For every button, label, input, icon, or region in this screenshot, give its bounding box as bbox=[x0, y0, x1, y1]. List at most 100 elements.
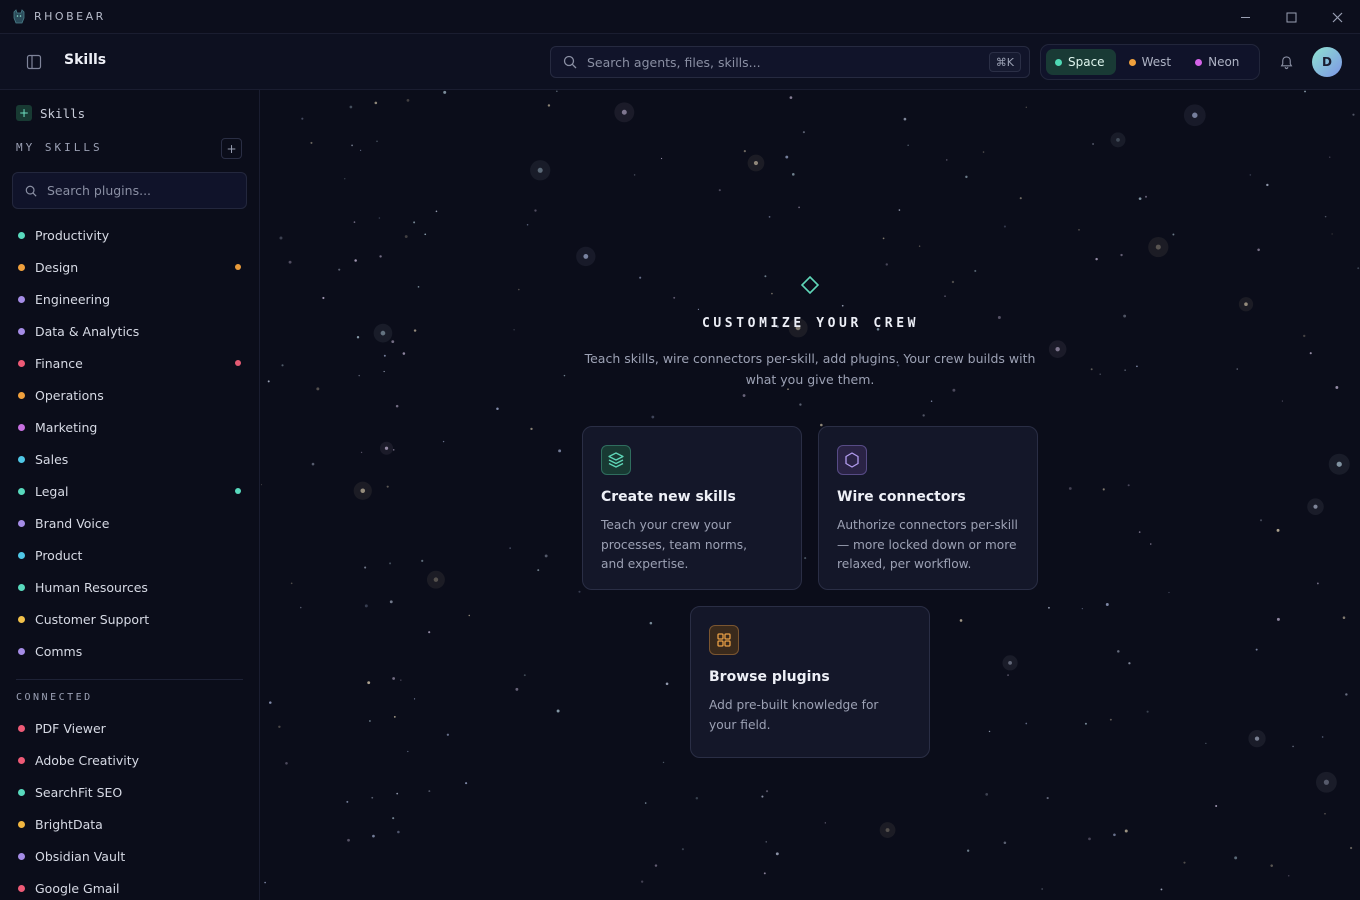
status-dot bbox=[18, 359, 25, 367]
maximize-icon bbox=[1286, 12, 1296, 22]
sidebar-item-label: Design bbox=[35, 259, 79, 275]
card-description: Authorize connectors per-skill — more lo… bbox=[837, 518, 1018, 571]
browse-plugins-card[interactable]: Browse plugins Add pre-built knowledge f… bbox=[690, 606, 930, 758]
sidebar-item-obsidian-vault[interactable]: Obsidian Vault bbox=[0, 840, 259, 872]
sidebar-divider bbox=[16, 679, 243, 680]
status-dot bbox=[18, 551, 25, 559]
status-dot bbox=[18, 647, 25, 655]
sidebar-item-marketing[interactable]: Marketing bbox=[0, 411, 259, 443]
wire-connectors-card[interactable]: Wire connectors Authorize connectors per… bbox=[818, 426, 1038, 590]
my-skills-heading: MY SKILLS bbox=[16, 141, 103, 154]
sidebar-item-customer-support[interactable]: Customer Support bbox=[0, 603, 259, 635]
sidebar-item-label: Marketing bbox=[35, 419, 98, 435]
status-dot bbox=[18, 519, 25, 527]
bell-icon bbox=[1280, 55, 1292, 69]
sidebar-item-comms[interactable]: Comms bbox=[0, 635, 259, 667]
sidebar-item-label: Engineering bbox=[35, 291, 110, 307]
sidebar-item-label: Obsidian Vault bbox=[35, 848, 126, 864]
card-description: Add pre-built knowledge for your field. bbox=[709, 698, 879, 732]
status-dot bbox=[18, 327, 25, 335]
sidebar-item-brand-voice[interactable]: Brand Voice bbox=[0, 507, 259, 539]
theme-label-west: West bbox=[1141, 55, 1172, 69]
sidebar-item-label: Finance bbox=[35, 355, 83, 371]
status-dot bbox=[18, 487, 25, 495]
minimize-button[interactable] bbox=[1222, 0, 1268, 34]
sidebar-item-pdf-viewer[interactable]: PDF Viewer bbox=[0, 712, 259, 744]
sidebar-item-label: BrightData bbox=[35, 816, 103, 832]
sidebar-panel-icon bbox=[26, 54, 42, 70]
create-skills-card[interactable]: Create new skills Teach your crew your p… bbox=[582, 426, 802, 590]
hero-title: CUSTOMIZE YOUR CREW bbox=[701, 316, 920, 331]
card-icon-wrap bbox=[837, 445, 867, 475]
plugin-search-input[interactable] bbox=[47, 183, 227, 198]
notification-badge bbox=[235, 360, 241, 366]
minimize-icon bbox=[1240, 16, 1250, 18]
sidebar-item-operations[interactable]: Operations bbox=[0, 379, 259, 411]
sidebar-item-legal[interactable]: Legal bbox=[0, 475, 259, 507]
maximize-button[interactable] bbox=[1268, 0, 1314, 34]
card-description: Teach your crew your processes, team nor… bbox=[601, 518, 747, 571]
sidebar-item-brightdata[interactable]: BrightData bbox=[0, 808, 259, 840]
title-bar: RHOBEAR bbox=[0, 0, 1360, 34]
theme-option-space[interactable]: Space bbox=[1046, 49, 1116, 75]
status-dot bbox=[18, 788, 25, 796]
sidebar-item-label: Legal bbox=[35, 483, 69, 499]
user-avatar[interactable]: D bbox=[1312, 47, 1342, 77]
sidebar-item-data-analytics[interactable]: Data & Analytics bbox=[0, 315, 259, 347]
notifications-button[interactable] bbox=[1276, 52, 1296, 72]
sidebar-item-label: Operations bbox=[35, 387, 104, 403]
bear-logo-icon bbox=[13, 8, 25, 23]
sidebar-skills-header[interactable]: + Skills bbox=[16, 105, 85, 121]
sidebar-item-sales[interactable]: Sales bbox=[0, 443, 259, 475]
sidebar-item-label: Data & Analytics bbox=[35, 323, 140, 339]
add-skill-button[interactable]: + bbox=[221, 138, 242, 159]
status-dot bbox=[18, 263, 25, 271]
close-button[interactable] bbox=[1314, 0, 1360, 34]
theme-dot-space bbox=[1055, 58, 1062, 66]
connected-list: PDF Viewer Adobe Creativity SearchFit SE… bbox=[0, 712, 259, 900]
sidebar-item-design[interactable]: Design bbox=[0, 251, 259, 283]
card-title: Wire connectors bbox=[837, 489, 966, 505]
global-search-input[interactable] bbox=[587, 54, 967, 70]
sidebar-item-engineering[interactable]: Engineering bbox=[0, 283, 259, 315]
sidebar-item-label: PDF Viewer bbox=[35, 720, 106, 736]
skills-list: Productivity Design Engineering Data & A… bbox=[0, 219, 259, 667]
window-controls bbox=[1222, 0, 1360, 34]
sidebar-item-finance[interactable]: Finance bbox=[0, 347, 259, 379]
sidebar-item-label: Productivity bbox=[35, 227, 110, 243]
theme-option-west[interactable]: West bbox=[1120, 49, 1183, 75]
hero-subtitle: Teach skills, wire connectors per-skill,… bbox=[584, 351, 1036, 387]
sidebar-item-searchfit-seo[interactable]: SearchFit SEO bbox=[0, 776, 259, 808]
search-icon bbox=[25, 185, 37, 197]
sidebar-item-adobe-creativity[interactable]: Adobe Creativity bbox=[0, 744, 259, 776]
sidebar-item-human-resources[interactable]: Human Resources bbox=[0, 571, 259, 603]
theme-label-neon: Neon bbox=[1208, 55, 1240, 69]
card-title: Browse plugins bbox=[709, 669, 830, 685]
status-dot bbox=[18, 391, 25, 399]
sidebar: + Skills MY SKILLS + Productivity Design… bbox=[0, 90, 260, 900]
sidebar-item-productivity[interactable]: Productivity bbox=[0, 219, 259, 251]
search-shortcut-badge: ⌘K bbox=[988, 52, 1021, 72]
status-dot bbox=[18, 884, 25, 892]
card-icon-wrap bbox=[601, 445, 631, 475]
theme-label-space: Space bbox=[1068, 55, 1105, 69]
notification-badge bbox=[235, 488, 241, 494]
card-title: Create new skills bbox=[601, 489, 736, 505]
status-dot bbox=[18, 615, 25, 623]
sidebar-item-label: Google Gmail bbox=[35, 880, 120, 896]
sidebar-item-product[interactable]: Product bbox=[0, 539, 259, 571]
theme-option-neon[interactable]: Neon bbox=[1186, 49, 1250, 75]
theme-dot-west bbox=[1128, 58, 1136, 66]
main-content: CUSTOMIZE YOUR CREW Teach skills, wire c… bbox=[261, 90, 1360, 900]
connected-heading: CONNECTED bbox=[16, 692, 93, 703]
sidebar-item-label: Comms bbox=[35, 643, 83, 659]
sidebar-item-label: SearchFit SEO bbox=[35, 784, 123, 800]
global-search[interactable]: ⌘K bbox=[550, 46, 1030, 78]
sidebar-toggle-button[interactable] bbox=[24, 52, 44, 72]
sidebar-item-label: Human Resources bbox=[35, 579, 148, 595]
sidebar-item-google-gmail[interactable]: Google Gmail bbox=[0, 872, 259, 900]
status-dot bbox=[18, 295, 25, 303]
status-dot bbox=[18, 231, 25, 239]
plugin-search[interactable] bbox=[12, 172, 247, 209]
sidebar-item-label: Brand Voice bbox=[35, 515, 110, 531]
